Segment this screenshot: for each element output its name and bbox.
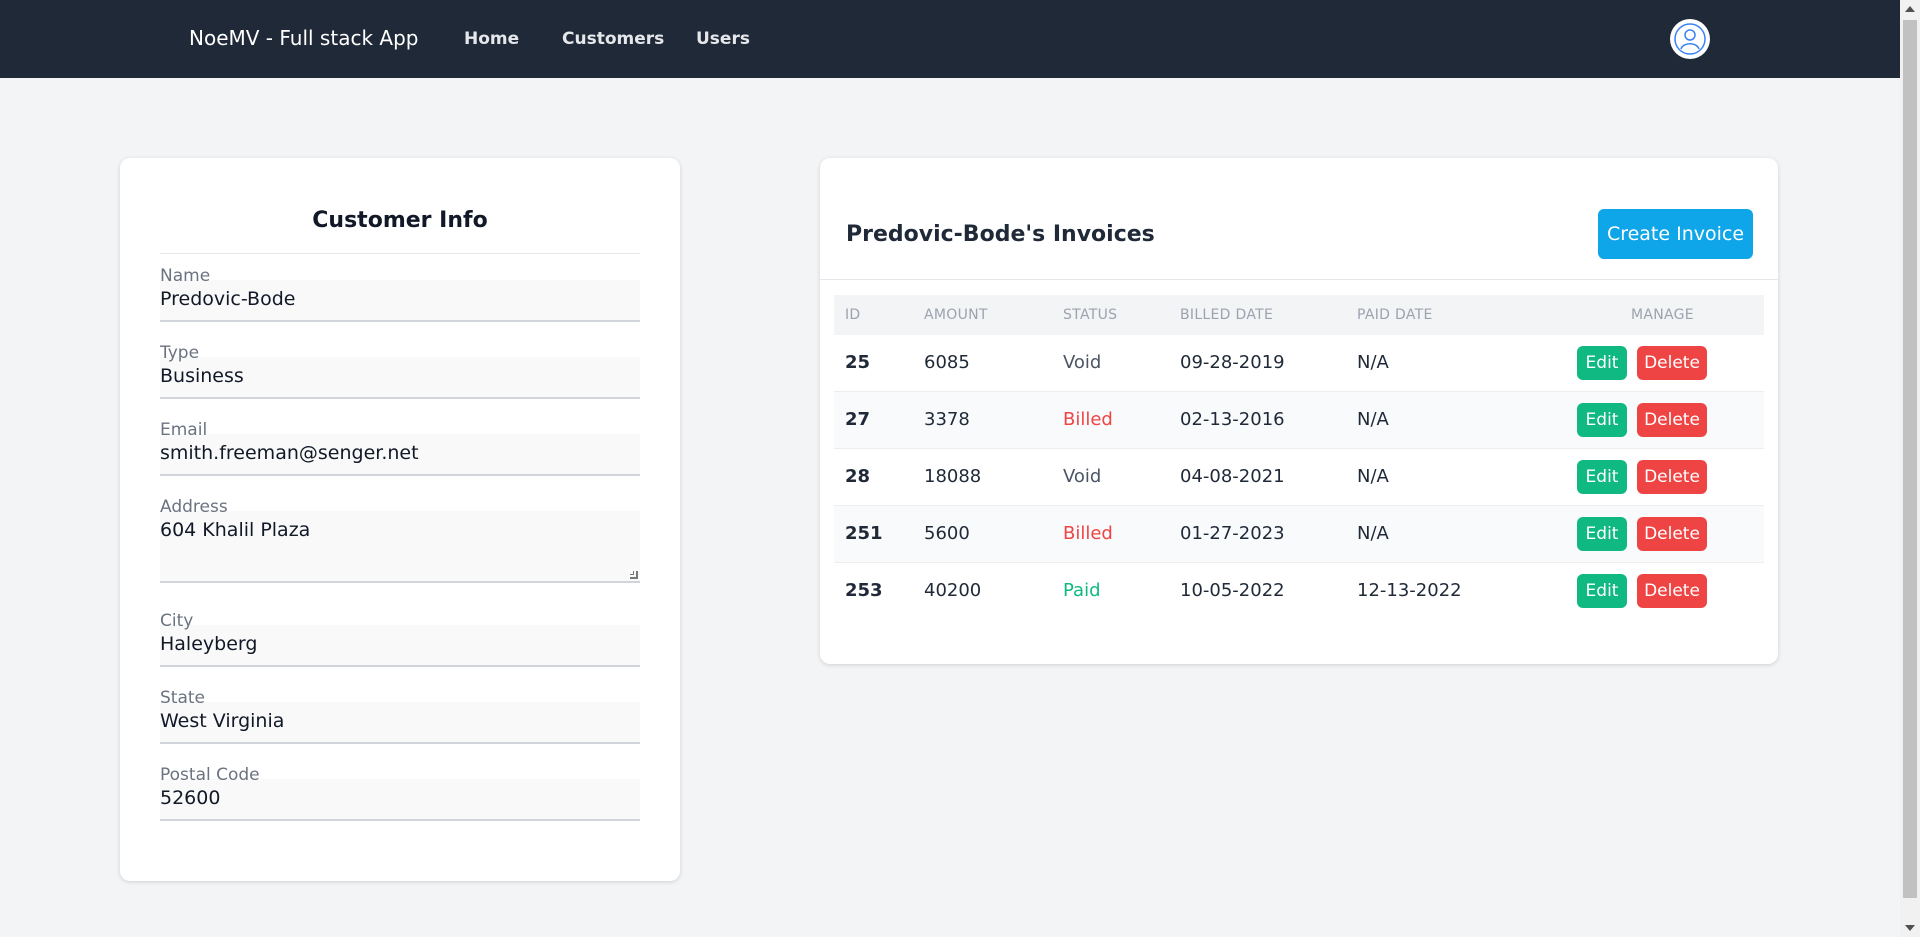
resize-handle-icon[interactable] [630,571,638,579]
nav-users[interactable]: Users [696,29,750,49]
invoice-paid-date: 12-13-2022 [1357,580,1462,601]
edit-button[interactable]: Edit [1577,346,1627,380]
postal-code-value: 52600 [160,787,221,809]
scroll-up-arrow-icon[interactable] [1905,6,1915,12]
invoice-billed-date: 04-08-2021 [1180,466,1285,487]
email-value: smith.freeman@senger.net [160,442,419,464]
edit-button[interactable]: Edit [1577,574,1627,608]
scrollbar-thumb[interactable] [1903,20,1917,898]
invoice-amount: 6085 [924,352,970,373]
invoice-billed-date: 02-13-2016 [1180,409,1285,430]
postal-code-label: Postal Code [160,765,260,785]
invoices-card: Predovic-Bode's Invoices Create Invoice … [820,158,1778,664]
city-label: City [160,611,194,631]
invoice-billed-date: 10-05-2022 [1180,580,1285,601]
header-amount: AMOUNT [924,307,988,323]
invoice-paid-date: N/A [1357,352,1389,373]
app-brand[interactable]: NoeMV - Full stack App [189,26,418,50]
invoice-status: Billed [1063,523,1113,544]
delete-button[interactable]: Delete [1637,403,1707,437]
invoice-status: Paid [1063,580,1101,601]
postal-code-input[interactable] [160,779,640,821]
table-row: 28 18088 Void 04-08-2021 N/A Edit Delete [834,449,1764,506]
table-header: ID AMOUNT STATUS BILLED DATE PAID DATE M… [834,295,1764,335]
customer-info-card: Customer Info Name Predovic-Bode Type Bu… [120,158,680,881]
email-label: Email [160,420,208,440]
invoice-paid-date: N/A [1357,523,1389,544]
header-manage: MANAGE [1631,307,1694,323]
type-value: Business [160,365,244,387]
create-invoice-button[interactable]: Create Invoice [1598,209,1753,259]
state-label: State [160,688,205,708]
invoice-status: Billed [1063,409,1113,430]
state-value: West Virginia [160,710,285,732]
nav-home[interactable]: Home [464,29,519,49]
invoice-amount: 18088 [924,466,982,487]
invoices-table: ID AMOUNT STATUS BILLED DATE PAID DATE M… [834,295,1764,620]
delete-button[interactable]: Delete [1637,574,1707,608]
page-scrollbar[interactable] [1900,0,1920,937]
invoice-id: 28 [845,466,871,487]
table-row: 25 6085 Void 09-28-2019 N/A Edit Delete [834,335,1764,392]
type-label: Type [160,343,200,363]
invoice-paid-date: N/A [1357,409,1389,430]
invoice-amount: 40200 [924,580,982,601]
edit-button[interactable]: Edit [1577,517,1627,551]
name-label: Name [160,266,211,286]
table-row: 253 40200 Paid 10-05-2022 12-13-2022 Edi… [834,563,1764,620]
address-value: 604 Khalil Plaza [160,519,311,541]
nav-customers[interactable]: Customers [562,29,664,49]
edit-button[interactable]: Edit [1577,403,1627,437]
invoice-billed-date: 09-28-2019 [1180,352,1285,373]
name-value: Predovic-Bode [160,288,296,310]
delete-button[interactable]: Delete [1637,346,1707,380]
customer-info-title: Customer Info [312,208,488,233]
invoice-id: 253 [845,580,883,601]
invoice-id: 251 [845,523,883,544]
edit-button[interactable]: Edit [1577,460,1627,494]
delete-button[interactable]: Delete [1637,517,1707,551]
user-avatar-button[interactable] [1670,19,1710,59]
header-id: ID [845,307,861,323]
delete-button[interactable]: Delete [1637,460,1707,494]
user-icon [1674,23,1706,55]
header-billed-date: BILLED DATE [1180,307,1274,323]
invoice-id: 27 [845,409,871,430]
invoice-amount: 5600 [924,523,970,544]
top-navbar: NoeMV - Full stack App Home Customers Us… [0,0,1900,78]
invoice-status: Void [1063,352,1102,373]
invoices-title: Predovic-Bode's Invoices [846,222,1155,247]
invoice-paid-date: N/A [1357,466,1389,487]
table-row: 27 3378 Billed 02-13-2016 N/A Edit Delet… [834,392,1764,449]
divider [820,279,1778,280]
invoice-id: 25 [845,352,871,373]
divider [160,253,640,254]
header-status: STATUS [1063,307,1118,323]
invoice-amount: 3378 [924,409,970,430]
header-paid-date: PAID DATE [1357,307,1433,323]
city-value: Haleyberg [160,633,258,655]
invoice-status: Void [1063,466,1102,487]
table-row: 251 5600 Billed 01-27-2023 N/A Edit Dele… [834,506,1764,563]
scroll-down-arrow-icon[interactable] [1905,925,1915,931]
invoice-billed-date: 01-27-2023 [1180,523,1285,544]
address-label: Address [160,497,228,517]
